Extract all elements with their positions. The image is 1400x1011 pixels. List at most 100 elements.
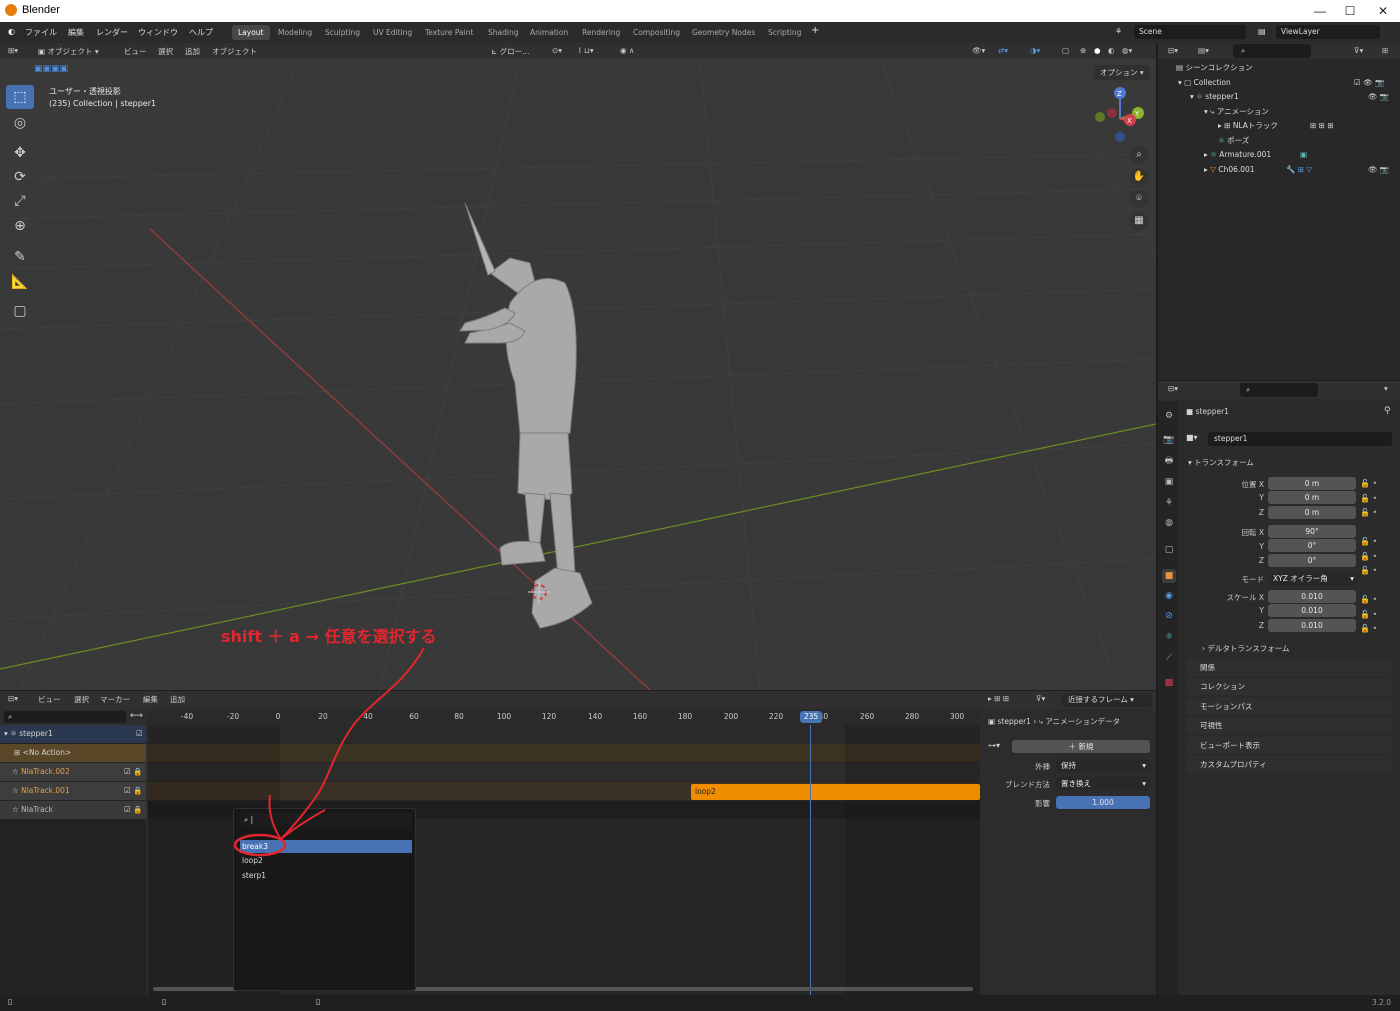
nla-menu-view[interactable]: ビュー — [38, 694, 61, 705]
location-x-field[interactable]: 0 m — [1268, 477, 1356, 490]
object-visibility-icons[interactable]: 👁 📷 — [1368, 90, 1389, 104]
proportional-icon[interactable]: ◉ ∧ — [620, 46, 634, 55]
gizmo-icon[interactable]: ⇄▾ — [998, 46, 1008, 55]
armature-tab-icon[interactable]: ⚛ — [1162, 630, 1176, 644]
nla-snap-selector[interactable]: 近接するフレーム ▾ — [1062, 693, 1152, 707]
view-layer-tab-icon[interactable]: ▣ — [1162, 475, 1176, 489]
outliner-collection[interactable]: ▾ ▢ Collection ☑ 👁 📷 — [1158, 76, 1400, 90]
vp-menu-select[interactable]: 選択 — [158, 46, 173, 57]
nla-menu-add[interactable]: 追加 — [170, 694, 185, 705]
rotate-tool-icon[interactable]: ⟳ — [6, 165, 34, 189]
overlay-icon[interactable]: ◑▾ — [1030, 46, 1040, 55]
track-controls[interactable]: ☑ 🔒 — [124, 782, 142, 800]
scene-selector[interactable]: Scene — [1134, 25, 1246, 39]
location-z-field[interactable]: 0 m — [1268, 506, 1356, 519]
menu-render[interactable]: レンダー — [96, 27, 128, 38]
rotation-x-field[interactable]: 90° — [1268, 525, 1356, 538]
options-button[interactable]: オプション ▾ — [1094, 65, 1150, 80]
panel-collections[interactable]: コレクション — [1186, 678, 1392, 695]
nla-menu-marker[interactable]: マーカー — [100, 694, 130, 705]
camera-icon[interactable]: ⌾ — [1130, 190, 1148, 208]
add-cube-tool-icon[interactable]: ▢ — [6, 299, 34, 323]
menu-help[interactable]: ヘルプ — [189, 27, 213, 38]
shading-solid-icon[interactable]: ● — [1094, 46, 1101, 55]
character-model[interactable] — [440, 203, 640, 643]
blend-select[interactable]: 置き換え ▾ — [1056, 777, 1150, 790]
rotation-z-field[interactable]: 0° — [1268, 554, 1356, 567]
scale-y-field[interactable]: 0.010 — [1268, 604, 1356, 617]
tab-shading[interactable]: Shading — [482, 25, 524, 40]
transform-panel-header[interactable]: ▾ トランスフォーム — [1188, 457, 1254, 468]
move-tool-icon[interactable]: ✥ — [6, 141, 34, 165]
navigation-gizmo[interactable]: Z Y X — [1090, 83, 1150, 143]
tab-animation[interactable]: Animation — [524, 25, 574, 40]
transform-tool-icon[interactable]: ⊕ — [6, 214, 34, 238]
outliner-editor-icon[interactable]: ⊟▾ — [1168, 46, 1178, 55]
delta-transform-header[interactable]: › デルタトランスフォーム — [1202, 643, 1290, 654]
properties-editor-icon[interactable]: ⊟▾ — [1168, 384, 1178, 393]
outliner-nla-tracks[interactable]: ▸ ⊞ NLAトラック ⊞ ⊞ ⊞ — [1158, 119, 1400, 133]
outliner-mesh[interactable]: ▸ ▽ Ch06.001 🔧 ⊞ ▽ 👁 📷 — [1158, 163, 1400, 177]
vp-menu-add[interactable]: 追加 — [185, 46, 200, 57]
track-controls[interactable]: ☑ 🔒 — [124, 801, 142, 819]
panel-motion-paths[interactable]: モーションパス — [1186, 698, 1392, 715]
object-name-field[interactable]: stepper1 — [1208, 432, 1392, 446]
panel-relations[interactable]: 関係 — [1186, 659, 1392, 676]
popup-search-input[interactable]: ⌕ | — [240, 813, 412, 826]
panel-visibility[interactable]: 可視性 — [1186, 717, 1392, 734]
tab-compositing[interactable]: Compositing — [627, 25, 686, 40]
filter-icon[interactable]: ⊽▾ — [1354, 46, 1363, 55]
scale-x-field[interactable]: 0.010 — [1268, 590, 1356, 603]
tab-layout[interactable]: Layout — [232, 25, 270, 40]
nla-strip-loop2[interactable]: loop2 — [691, 784, 980, 800]
object-tab-icon[interactable]: ■ — [1162, 569, 1176, 583]
menu-edit[interactable]: 編集 — [68, 27, 84, 38]
panel-viewport-display[interactable]: ビューポート表示 — [1186, 737, 1392, 754]
editor-type-icon[interactable]: ⊞▾ — [8, 46, 18, 55]
bone-tab-icon[interactable]: ⟋ — [1162, 651, 1176, 665]
nla-editor-icon[interactable]: ⊟▾ — [8, 694, 18, 703]
track-nlatrack[interactable]: ☆ NlaTrack ☑ 🔒 — [0, 801, 146, 819]
lock-icons[interactable]: 🔓 • 🔓 • 🔓 • 🔓 • 🔓 • 🔓 • 🔓 • 🔓 • 🔓 • — [1360, 477, 1377, 637]
track-no-action[interactable]: ⊞ <No Action> — [0, 744, 146, 762]
rotation-y-field[interactable]: 0° — [1268, 539, 1356, 552]
menu-file[interactable]: ファイル — [25, 27, 57, 38]
selection-mode-icons[interactable]: ▣▣▣▣ — [34, 64, 68, 74]
tool-tab-icon[interactable]: ⚙ — [1162, 409, 1176, 423]
playhead-line[interactable] — [810, 725, 811, 995]
nla-channel-search[interactable]: ⌕ — [4, 711, 126, 723]
measure-tool-icon[interactable]: 📐 — [6, 270, 34, 294]
properties-options-icon[interactable]: ▾ — [1384, 384, 1388, 393]
nla-timeline-ruler[interactable]: -40 -20 0 20 40 60 80 100 120 140 160 18… — [148, 709, 980, 725]
minimize-button[interactable]: — — [1305, 2, 1335, 20]
properties-search[interactable]: ⌕ — [1240, 383, 1318, 397]
scene-icon[interactable]: ⚘ — [1115, 27, 1122, 36]
track-nlatrack-002[interactable]: ☆ NlaTrack.002 ☑ 🔒 — [0, 763, 146, 781]
outliner-search[interactable]: ⌕ — [1233, 44, 1311, 58]
nla-channel-toggle-icon[interactable]: ⟷ — [130, 711, 143, 721]
render-tab-icon[interactable]: 📷 — [1162, 433, 1176, 447]
rotation-mode-select[interactable]: XYZ オイラー角 ▾ — [1268, 572, 1358, 585]
tab-rendering[interactable]: Rendering — [576, 25, 626, 40]
vp-menu-object[interactable]: オブジェクト — [212, 46, 257, 57]
xray-icon[interactable]: ▢ — [1062, 46, 1069, 55]
transform-orientation[interactable]: ⊾ グロー... — [491, 46, 529, 57]
popup-item-loop2[interactable]: loop2 — [240, 854, 412, 867]
popup-item-break3[interactable]: break3 — [240, 840, 412, 853]
output-tab-icon[interactable]: 🖶 — [1162, 454, 1176, 468]
shading-material-icon[interactable]: ◐ — [1108, 46, 1115, 55]
visibility-icon[interactable]: 👁▾ — [972, 46, 985, 55]
snap-icon[interactable]: ⌇ ⊔▾ — [578, 46, 594, 55]
mesh-visibility-icons[interactable]: 👁 📷 — [1368, 163, 1389, 177]
scale-tool-icon[interactable]: ⤢ — [6, 189, 34, 213]
nla-filter-icon[interactable]: ⊽▾ — [1036, 694, 1045, 703]
current-frame-indicator[interactable]: 235 — [800, 711, 822, 723]
mode-selector[interactable]: ▣ オブジェクト ▾ — [38, 46, 99, 57]
select-box-tool-icon[interactable]: ⬚ — [6, 85, 34, 109]
pin-icon[interactable]: ⚲ — [1384, 406, 1391, 416]
close-button[interactable]: ✕ — [1368, 2, 1398, 20]
outliner-armature[interactable]: ▸ ⚛ Armature.001 ▣ — [1158, 148, 1400, 162]
blender-menu-icon[interactable]: ◐ — [8, 27, 15, 36]
collection-tab-icon[interactable]: ▢ — [1162, 543, 1176, 557]
action-browse-icon[interactable]: ⊶▾ — [988, 741, 1000, 750]
